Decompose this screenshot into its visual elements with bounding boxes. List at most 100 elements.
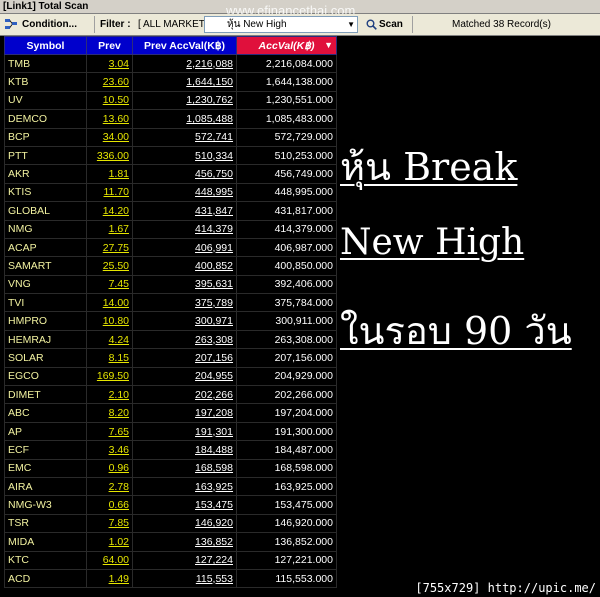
- table-row[interactable]: BCP 34.00 572,741 572,729.000: [4, 127, 337, 147]
- table-row[interactable]: TVI 14.00 375,789 375,784.000: [4, 293, 337, 313]
- cell-prev: 1.02: [86, 532, 133, 552]
- table-row[interactable]: AKR 1.81 456,750 456,749.000: [4, 164, 337, 184]
- cell-prev: 10.50: [86, 90, 133, 111]
- column-header-accval[interactable]: AccVal(K฿) ▼: [236, 36, 337, 55]
- cell-symbol: ACAP: [4, 237, 87, 258]
- table-row[interactable]: ABC 8.20 197,208 197,204.000: [4, 403, 337, 423]
- cell-symbol: SAMART: [4, 256, 87, 276]
- table-row[interactable]: TMB 3.04 2,216,088 2,216,084.000: [4, 53, 337, 74]
- cell-prev-accval: 1,644,150: [132, 72, 237, 92]
- cell-symbol: AKR: [4, 164, 87, 184]
- table-row[interactable]: NMG-W3 0.66 153,475 153,475.000: [4, 495, 337, 515]
- condition-label: Condition...: [22, 19, 77, 30]
- cell-symbol: SOLAR: [4, 348, 87, 368]
- overlay-line-1: หุ้น Break: [340, 145, 518, 189]
- cell-prev-accval: 204,955: [132, 366, 237, 387]
- cell-accval: 448,995.000: [236, 182, 337, 203]
- cell-prev-accval: 375,789: [132, 293, 237, 313]
- cell-prev: 336.00: [86, 145, 133, 166]
- table-row[interactable]: EGCO 169.50 204,955 204,929.000: [4, 366, 337, 387]
- cell-accval: 184,487.000: [236, 440, 337, 460]
- cell-accval: 136,852.000: [236, 532, 337, 552]
- sort-desc-icon: ▼: [324, 40, 333, 50]
- cell-symbol: EGCO: [4, 366, 87, 387]
- cell-prev-accval: 414,379: [132, 219, 237, 239]
- table-row[interactable]: SOLAR 8.15 207,156 207,156.000: [4, 348, 337, 368]
- cell-accval: 510,253.000: [236, 145, 337, 166]
- table-row[interactable]: HEMRAJ 4.24 263,308 263,308.000: [4, 329, 337, 350]
- toolbar-separator: [94, 16, 95, 33]
- table-row[interactable]: AIRA 2.78 163,925 163,925.000: [4, 476, 337, 497]
- table-row[interactable]: AP 7.65 191,301 191,300.000: [4, 421, 337, 442]
- table-row[interactable]: DEMCO 13.60 1,085,488 1,085,483.000: [4, 109, 337, 129]
- cell-accval: 375,784.000: [236, 293, 337, 313]
- table-row[interactable]: ACD 1.49 115,553 115,553.000: [4, 568, 337, 589]
- cell-prev-accval: 400,852: [132, 256, 237, 276]
- cell-symbol: KTB: [4, 72, 87, 92]
- cell-accval: 115,553.000: [236, 568, 337, 589]
- cell-prev-accval: 146,920: [132, 513, 237, 534]
- preset-combo[interactable]: หุ้น New High ▼: [204, 16, 358, 33]
- cell-prev: 169.50: [86, 366, 133, 387]
- cell-prev-accval: 456,750: [132, 164, 237, 184]
- cell-prev: 0.66: [86, 495, 133, 515]
- cell-accval: 406,987.000: [236, 237, 337, 258]
- cell-symbol: EMC: [4, 458, 87, 478]
- cell-symbol: GLOBAL: [4, 201, 87, 221]
- table-row[interactable]: EMC 0.96 168,598 168,598.000: [4, 458, 337, 478]
- table-row[interactable]: NMG 1.67 414,379 414,379.000: [4, 219, 337, 239]
- table-row[interactable]: GLOBAL 14.20 431,847 431,817.000: [4, 201, 337, 221]
- cell-prev-accval: 395,631: [132, 274, 237, 295]
- cell-prev: 14.20: [86, 201, 133, 221]
- cell-symbol: MIDA: [4, 532, 87, 552]
- filter-value[interactable]: [ ALL MARKET ]: [138, 16, 210, 33]
- cell-prev: 13.60: [86, 109, 133, 129]
- table-row[interactable]: KTIS 11.70 448,995 448,995.000: [4, 182, 337, 203]
- table-row[interactable]: PTT 336.00 510,334 510,253.000: [4, 145, 337, 166]
- table-row[interactable]: VNG 7.45 395,631 392,406.000: [4, 274, 337, 295]
- column-header-prev[interactable]: Prev: [86, 36, 133, 55]
- cell-symbol: BCP: [4, 127, 87, 147]
- cell-prev: 34.00: [86, 127, 133, 147]
- cell-prev-accval: 202,266: [132, 385, 237, 405]
- cell-prev-accval: 163,925: [132, 476, 237, 497]
- condition-button[interactable]: Condition...: [2, 16, 90, 33]
- table-row[interactable]: DIMET 2.10 202,266 202,266.000: [4, 385, 337, 405]
- cell-symbol: PTT: [4, 145, 87, 166]
- overlay-line-2: New High: [340, 222, 525, 263]
- cell-prev-accval: 184,488: [132, 440, 237, 460]
- cell-prev-accval: 263,308: [132, 329, 237, 350]
- table-row[interactable]: ECF 3.46 184,488 184,487.000: [4, 440, 337, 460]
- table-row[interactable]: ACAP 27.75 406,991 406,987.000: [4, 237, 337, 258]
- table-row[interactable]: HMPRO 10.80 300,971 300,911.000: [4, 311, 337, 331]
- cell-symbol: HEMRAJ: [4, 329, 87, 350]
- column-header-symbol[interactable]: Symbol: [4, 36, 87, 55]
- search-icon: [366, 19, 377, 30]
- table-row[interactable]: SAMART 25.50 400,852 400,850.000: [4, 256, 337, 276]
- cell-accval: 1,085,483.000: [236, 109, 337, 129]
- cell-accval: 1,644,138.000: [236, 72, 337, 92]
- cell-accval: 400,850.000: [236, 256, 337, 276]
- table-row[interactable]: TSR 7.85 146,920 146,920.000: [4, 513, 337, 534]
- image-host-caption: [755x729] http://upic.me/: [415, 581, 596, 595]
- scan-button[interactable]: Scan: [364, 16, 408, 33]
- cell-symbol: KTC: [4, 550, 87, 570]
- cell-accval: 163,925.000: [236, 476, 337, 497]
- cell-prev-accval: 431,847: [132, 201, 237, 221]
- column-header-prev-accval[interactable]: Prev AccVal(K฿): [132, 36, 237, 55]
- preset-combo-value: หุ้น New High: [227, 19, 287, 30]
- table-row[interactable]: KTB 23.60 1,644,150 1,644,138.000: [4, 72, 337, 92]
- table-row[interactable]: KTC 64.00 127,224 127,221.000: [4, 550, 337, 570]
- table-row[interactable]: UV 10.50 1,230,762 1,230,551.000: [4, 90, 337, 111]
- chevron-down-icon[interactable]: ▼: [347, 17, 355, 32]
- cell-prev-accval: 448,995: [132, 182, 237, 203]
- cell-prev: 3.46: [86, 440, 133, 460]
- cell-symbol: NMG-W3: [4, 495, 87, 515]
- table-row[interactable]: MIDA 1.02 136,852 136,852.000: [4, 532, 337, 552]
- cell-accval: 1,230,551.000: [236, 90, 337, 111]
- cell-prev-accval: 406,991: [132, 237, 237, 258]
- cell-prev: 1.67: [86, 219, 133, 239]
- matched-count: Matched 38 Record(s): [452, 19, 551, 30]
- cell-prev-accval: 191,301: [132, 421, 237, 442]
- cell-prev: 2.78: [86, 476, 133, 497]
